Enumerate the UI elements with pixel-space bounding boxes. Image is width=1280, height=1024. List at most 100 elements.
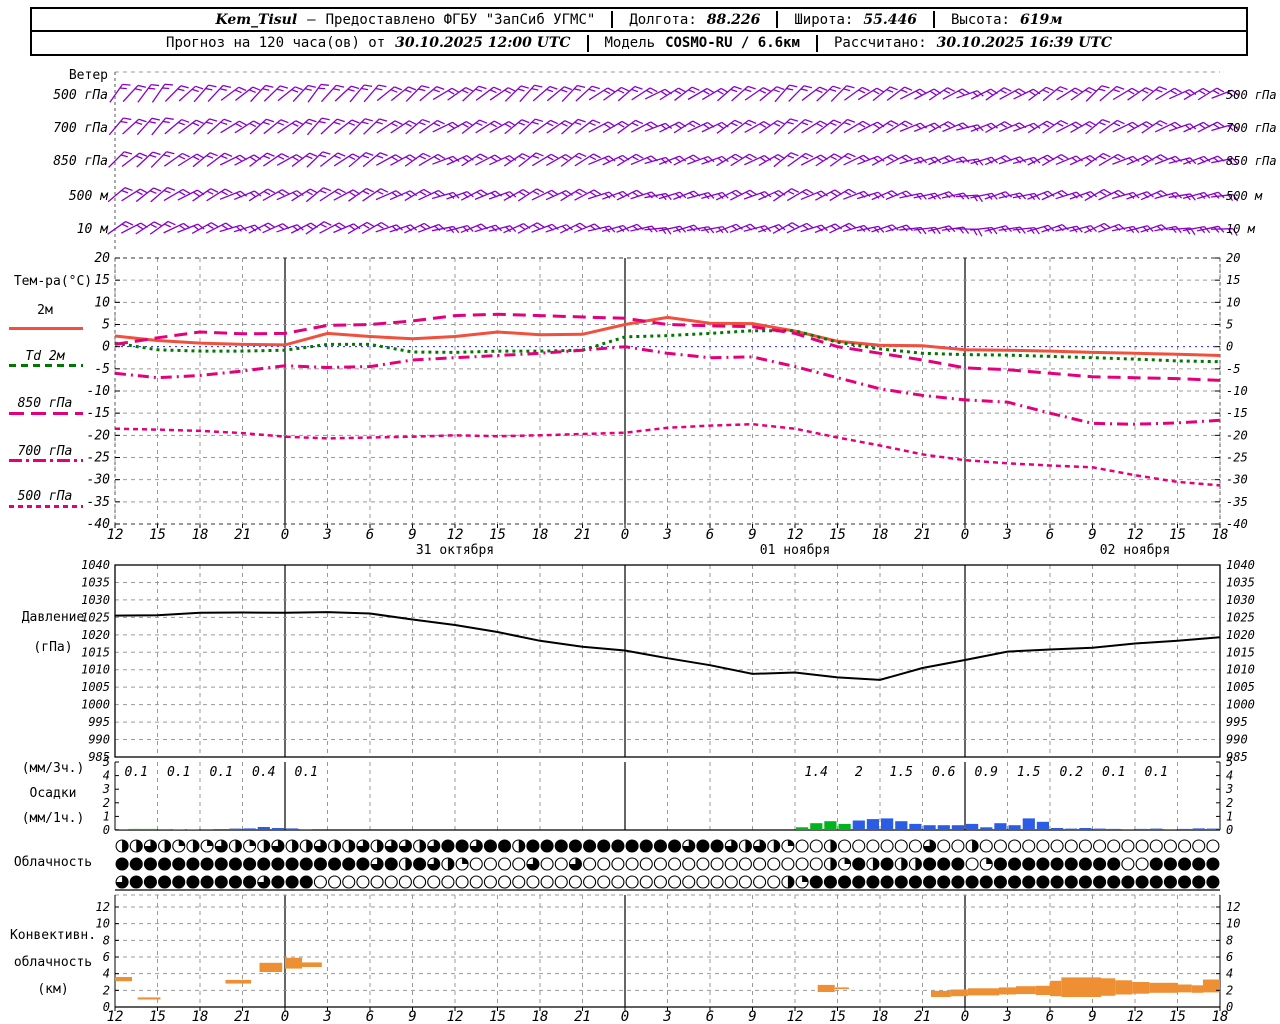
cloud-circle — [143, 875, 157, 889]
xtick-conv: 21 — [574, 1009, 591, 1024]
xtick-temp: 0 — [961, 527, 969, 543]
temp-ytick-left: -25 — [87, 450, 111, 465]
cloud-circle — [965, 857, 979, 871]
cloud-circle — [639, 857, 653, 871]
wind-barb — [998, 122, 1027, 133]
header-dash: — — [307, 11, 316, 28]
cloud-circle — [1121, 857, 1135, 871]
cloud-circle — [285, 875, 299, 889]
wind-barb — [460, 223, 488, 234]
xtick-temp: 12 — [1127, 527, 1144, 543]
cloud-circle — [668, 857, 682, 871]
temp-ytick-left: -15 — [87, 406, 111, 421]
cloud-circle — [342, 875, 356, 889]
precip-bar — [1079, 828, 1092, 830]
wind-barb — [219, 154, 247, 166]
convective-block — [1115, 980, 1133, 995]
xtick-temp: 15 — [149, 527, 166, 543]
wind-barb — [843, 120, 871, 134]
cloud-circle — [200, 857, 214, 871]
cloud-fill — [787, 876, 794, 888]
pressure-ytick-right: 1005 — [1226, 680, 1255, 694]
header-separator — [611, 11, 614, 28]
temp-ytick-left: -35 — [87, 495, 111, 510]
pressure-ytick-left: 1005 — [81, 680, 110, 694]
wind-barb — [276, 224, 304, 233]
cloud-circle — [498, 857, 512, 871]
wind-barb — [163, 188, 191, 202]
precip-bar — [824, 821, 837, 830]
precip-ytick-right: 3 — [1225, 782, 1233, 796]
cloud-circle — [356, 857, 370, 871]
cloud-circle — [1050, 839, 1064, 853]
wind-barb — [108, 117, 132, 136]
wind-barb — [191, 222, 219, 234]
cloud-circle — [951, 839, 965, 853]
cloud-circle — [710, 857, 724, 871]
legend-line-t500 — [9, 505, 83, 508]
cloud-circle — [1149, 839, 1163, 853]
cloud-fill — [915, 858, 922, 870]
wind-barb — [405, 85, 430, 102]
convective-block — [1050, 980, 1062, 997]
wind-barb — [560, 188, 587, 202]
cloud-fill — [122, 840, 129, 852]
cloud-circle — [1149, 875, 1163, 889]
pressure-ytick-left: 1035 — [81, 575, 110, 589]
cloud-circle — [540, 875, 554, 889]
cloud-circle — [257, 857, 271, 871]
wind-barb — [446, 190, 474, 200]
cloud-circle — [469, 857, 483, 871]
wind-barb — [774, 84, 798, 103]
convective-block — [1101, 978, 1116, 996]
model-label: Модель — [604, 35, 656, 51]
precip-bar — [130, 828, 143, 830]
wind-barb — [800, 154, 828, 166]
cloud-circle — [724, 875, 738, 889]
cloud-circle — [483, 875, 497, 889]
cloud-circle — [526, 839, 540, 853]
cloud-circle — [639, 839, 653, 853]
cloud-circle — [965, 875, 979, 889]
cloud-circle — [951, 857, 965, 871]
cloud-circle — [625, 875, 639, 889]
cloud-circle — [1064, 839, 1078, 853]
wind-barb — [1140, 224, 1168, 233]
wind-barb-row-2 — [108, 151, 1239, 168]
wind-barb — [1154, 121, 1183, 133]
cloud-circle — [1206, 875, 1220, 889]
wind-barb — [659, 121, 687, 133]
wind-barb — [432, 121, 460, 133]
cloud-circle — [540, 857, 554, 871]
date-label: 02 ноября — [1100, 543, 1170, 558]
wind-barb — [248, 222, 276, 234]
cloud-fill — [405, 858, 412, 870]
wind-barb — [927, 225, 956, 233]
xtick-conv: 15 — [829, 1009, 846, 1024]
cloud-circle — [696, 857, 710, 871]
provider-text: Предоставлено ФГБУ "ЗапСиб УГМС" — [325, 11, 596, 28]
pressure-ytick-right: 1025 — [1226, 610, 1255, 624]
cloud-circle — [384, 875, 398, 889]
temp-ytick-right: -5 — [1226, 362, 1240, 376]
cloud-circle — [186, 875, 200, 889]
temp-ytick-right: 10 — [1226, 295, 1240, 309]
precip-bar — [1036, 821, 1049, 830]
forecast-label: Прогноз на 120 часа(ов) от — [166, 35, 386, 51]
wind-barb — [177, 153, 205, 167]
wind-barb — [588, 121, 616, 133]
cloud-fill — [986, 858, 993, 864]
wind-barb — [474, 224, 503, 233]
cloud-circle — [469, 875, 483, 889]
cloud-circle — [398, 875, 412, 889]
xtick-temp: 15 — [489, 527, 506, 543]
header-separator — [815, 34, 818, 52]
temp-ytick-left: 20 — [94, 251, 110, 266]
model-name: COSMO-RU / 6.6км — [665, 35, 800, 51]
wind-barb — [1183, 121, 1211, 133]
xtick-temp: 21 — [574, 527, 591, 543]
cloud-circle — [880, 839, 894, 853]
cloud-circle — [653, 875, 667, 889]
wind-barb — [942, 156, 970, 165]
xtick-temp: 9 — [1088, 527, 1096, 543]
